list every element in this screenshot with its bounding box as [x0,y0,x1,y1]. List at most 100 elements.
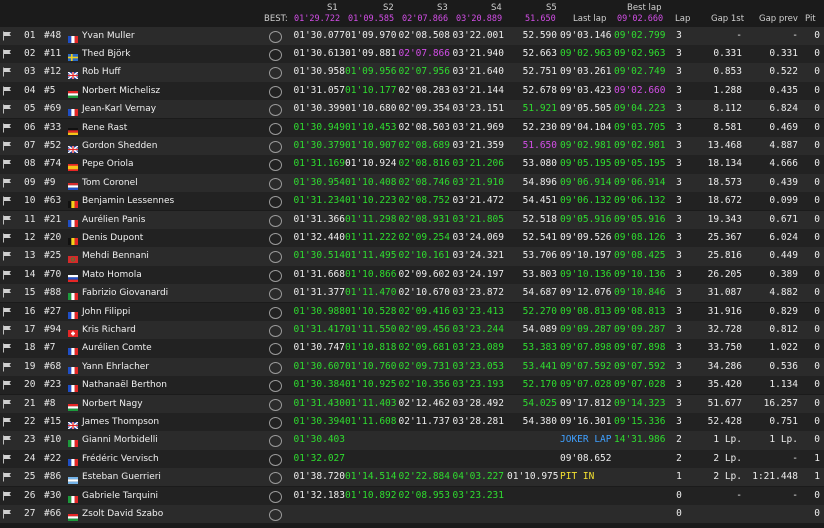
best-lap: 09'14.323 [614,397,666,409]
sector-4: 03'23.244 [452,323,504,335]
gap-1st: - [736,29,742,41]
driver-name: Aurélien Comte [82,343,152,354]
sector-3: 02'09.681 [398,342,450,354]
best-s3: 02'07.866 [402,14,449,24]
position: 07 [24,139,36,151]
country-flag-icon [68,381,78,393]
sector-4: 03'21.206 [452,158,504,170]
best-lap: 09'07.592 [614,360,666,372]
sector-4: 03'21.640 [452,66,504,78]
driver-name: Fabrizio Giovanardi [82,288,169,299]
best-lap: 09'02.799 [614,29,666,41]
table-row[interactable]: 10 #63 Benjamin Lessennes 01'31.234 01'10.22… [0,192,824,211]
pit-count: 0 [814,397,820,409]
sector-2: 01'10.408 [345,176,397,188]
sector-5: 52.230 [522,121,557,133]
car-brand-icon [269,269,282,282]
position: 01 [24,29,36,41]
table-row[interactable]: 12 #20 Denis Dupont 01'32.440 01'11.222 02'09… [0,228,824,248]
pit-count: 0 [814,47,820,59]
gap-1st: 32.728 [707,323,742,335]
gap-prev: - [792,29,798,41]
table-row[interactable]: 22 #15 James Thompson 01'30.394 01'11.608 02'… [0,412,824,432]
sector-2: 01'10.528 [345,305,397,317]
sector-5: 52.590 [522,29,557,41]
table-row[interactable]: 27 #66 Zsolt David Szabo 0 0 [0,504,824,524]
driver-name: Zsolt David Szabo [82,508,164,519]
table-row[interactable]: 15 #88 Fabrizio Giovanardi 01'31.377 01'11.4… [0,284,824,303]
car-brand-icon [269,48,282,61]
sector-4: 03'23.413 [452,305,504,317]
status-flag-icon [2,86,13,96]
country-flag-icon [68,234,78,245]
lap-count: 2 [676,452,682,464]
sector-5: 52.751 [522,66,557,78]
table-row[interactable]: 25 #86 Esteban Guerrieri 01'38.720 01'14.514… [0,468,824,487]
sector-1: 01'32.183 [293,489,345,501]
table-row[interactable]: 02 #11 Thed Björk 01'30.613 01'09.881 02'07.8… [0,44,824,64]
sector-4: 03'21.359 [452,139,504,151]
gap-1st: 8.112 [713,103,742,115]
last-lap: 09'04.104 [560,121,612,133]
table-row[interactable]: 01 #48 Yvan Muller 01'30.077 01'09.970 02'08.… [0,26,824,45]
lap-count: 3 [676,323,682,335]
sector-4: 03'21.940 [452,47,504,59]
car-brand-icon [269,30,282,43]
sector-5: 53.441 [522,360,557,372]
table-row[interactable]: 20 #23 Nathanaël Berthon 01'30.384 01'10.925… [0,376,824,395]
table-row[interactable]: 18 #7 Aurélien Comte 01'30.747 01'10.818 02'0… [0,339,824,358]
table-row[interactable]: 07 #52 Gordon Shedden 01'30.379 01'10.907 02'… [0,136,824,156]
table-row[interactable]: 04 #5 Norbert Michelisz 01'31.057 01'10.177 0… [0,81,824,101]
status-flag-icon [2,67,13,77]
gap-prev: 0.331 [769,47,798,59]
sector-2: 01'11.222 [345,231,397,243]
table-row[interactable]: 14 #70 Mato Homola 01'31.668 01'10.866 02'09.… [0,265,824,285]
sector-5: 51.921 [522,103,557,115]
car-brand-icon [269,416,282,429]
table-row[interactable]: 06 #33 Rene Rast 01'30.949 01'10.453 02'08.50… [0,118,824,137]
position: 23 [24,434,36,446]
last-lap: 09'07.898 [560,342,612,354]
lap-count: 3 [676,415,682,427]
gap-1st: 13.468 [707,139,742,151]
pit-count: 0 [814,342,820,354]
driver-name: Tom Coronel [82,177,138,188]
table-row[interactable]: 03 #12 Rob Huff 01'30.958 01'09.956 02'07.956… [0,63,824,82]
table-row[interactable]: 24 #22 Frédéric Vervisch 01'32.027 09'08.652… [0,449,824,469]
table-row[interactable]: 23 #10 Gianni Morbidelli 01'30.403 JOKER LAP… [0,431,824,450]
table-row[interactable]: 16 #27 John Filippi 01'30.988 01'10.528 02'09… [0,302,824,321]
sector-2: 01'10.907 [345,139,397,151]
table-row[interactable]: 08 #74 Pepe Oriola 01'31.169 01'10.924 02'08.… [0,155,824,174]
table-row[interactable]: 11 #21 Aurélien Panis 01'31.366 01'11.298 02'… [0,210,824,229]
country-flag-icon [68,105,78,117]
sector-2: 01'14.514 [345,471,397,483]
sector-1: 01'32.027 [293,452,345,464]
table-row[interactable]: 13 #25 Mehdi Bennani 01'30.514 01'11.495 02'1… [0,247,824,266]
pit-count: 0 [814,103,820,115]
status-flag-icon [2,141,13,151]
lap-count: 3 [676,397,682,409]
table-row[interactable]: 17 #94 Kris Richard 01'31.417 01'11.550 02'09… [0,320,824,340]
table-row[interactable]: 19 #68 Yann Ehrlacher 01'30.607 01'10.760 02'… [0,357,824,377]
gap-prev: - [792,489,798,501]
position: 13 [24,250,36,262]
table-row[interactable]: 05 #69 Jean-Karl Vernay 01'30.399 01'10.680 0… [0,100,824,119]
driver-name: Thed Björk [82,48,131,59]
gap-1st: 35.420 [707,379,742,391]
country-flag-icon [68,363,78,374]
table-row[interactable]: 26 #30 Gabriele Tarquini 01'32.183 01'10.892… [0,486,824,505]
table-row[interactable]: 09 #9 Tom Coronel 01'30.954 01'10.408 02'08.7… [0,173,824,193]
car-brand-icon [269,306,282,319]
lap-count: 3 [676,342,682,354]
gap-1st: 25.367 [707,231,742,243]
sector-2: 01'11.495 [345,250,397,262]
table-row[interactable]: 21 #8 Norbert Nagy 01'31.430 01'11.403 02'12.… [0,394,824,413]
driver-name: Mato Homola [82,269,142,280]
car-brand-icon [269,324,282,337]
sector-3: 02'08.816 [398,158,450,170]
status-flag-icon [2,251,13,261]
car-brand-icon [269,251,282,264]
sector-3: 02'09.354 [398,103,450,115]
best-lap: 09'02.963 [614,47,666,59]
status-flag-icon [2,435,13,445]
